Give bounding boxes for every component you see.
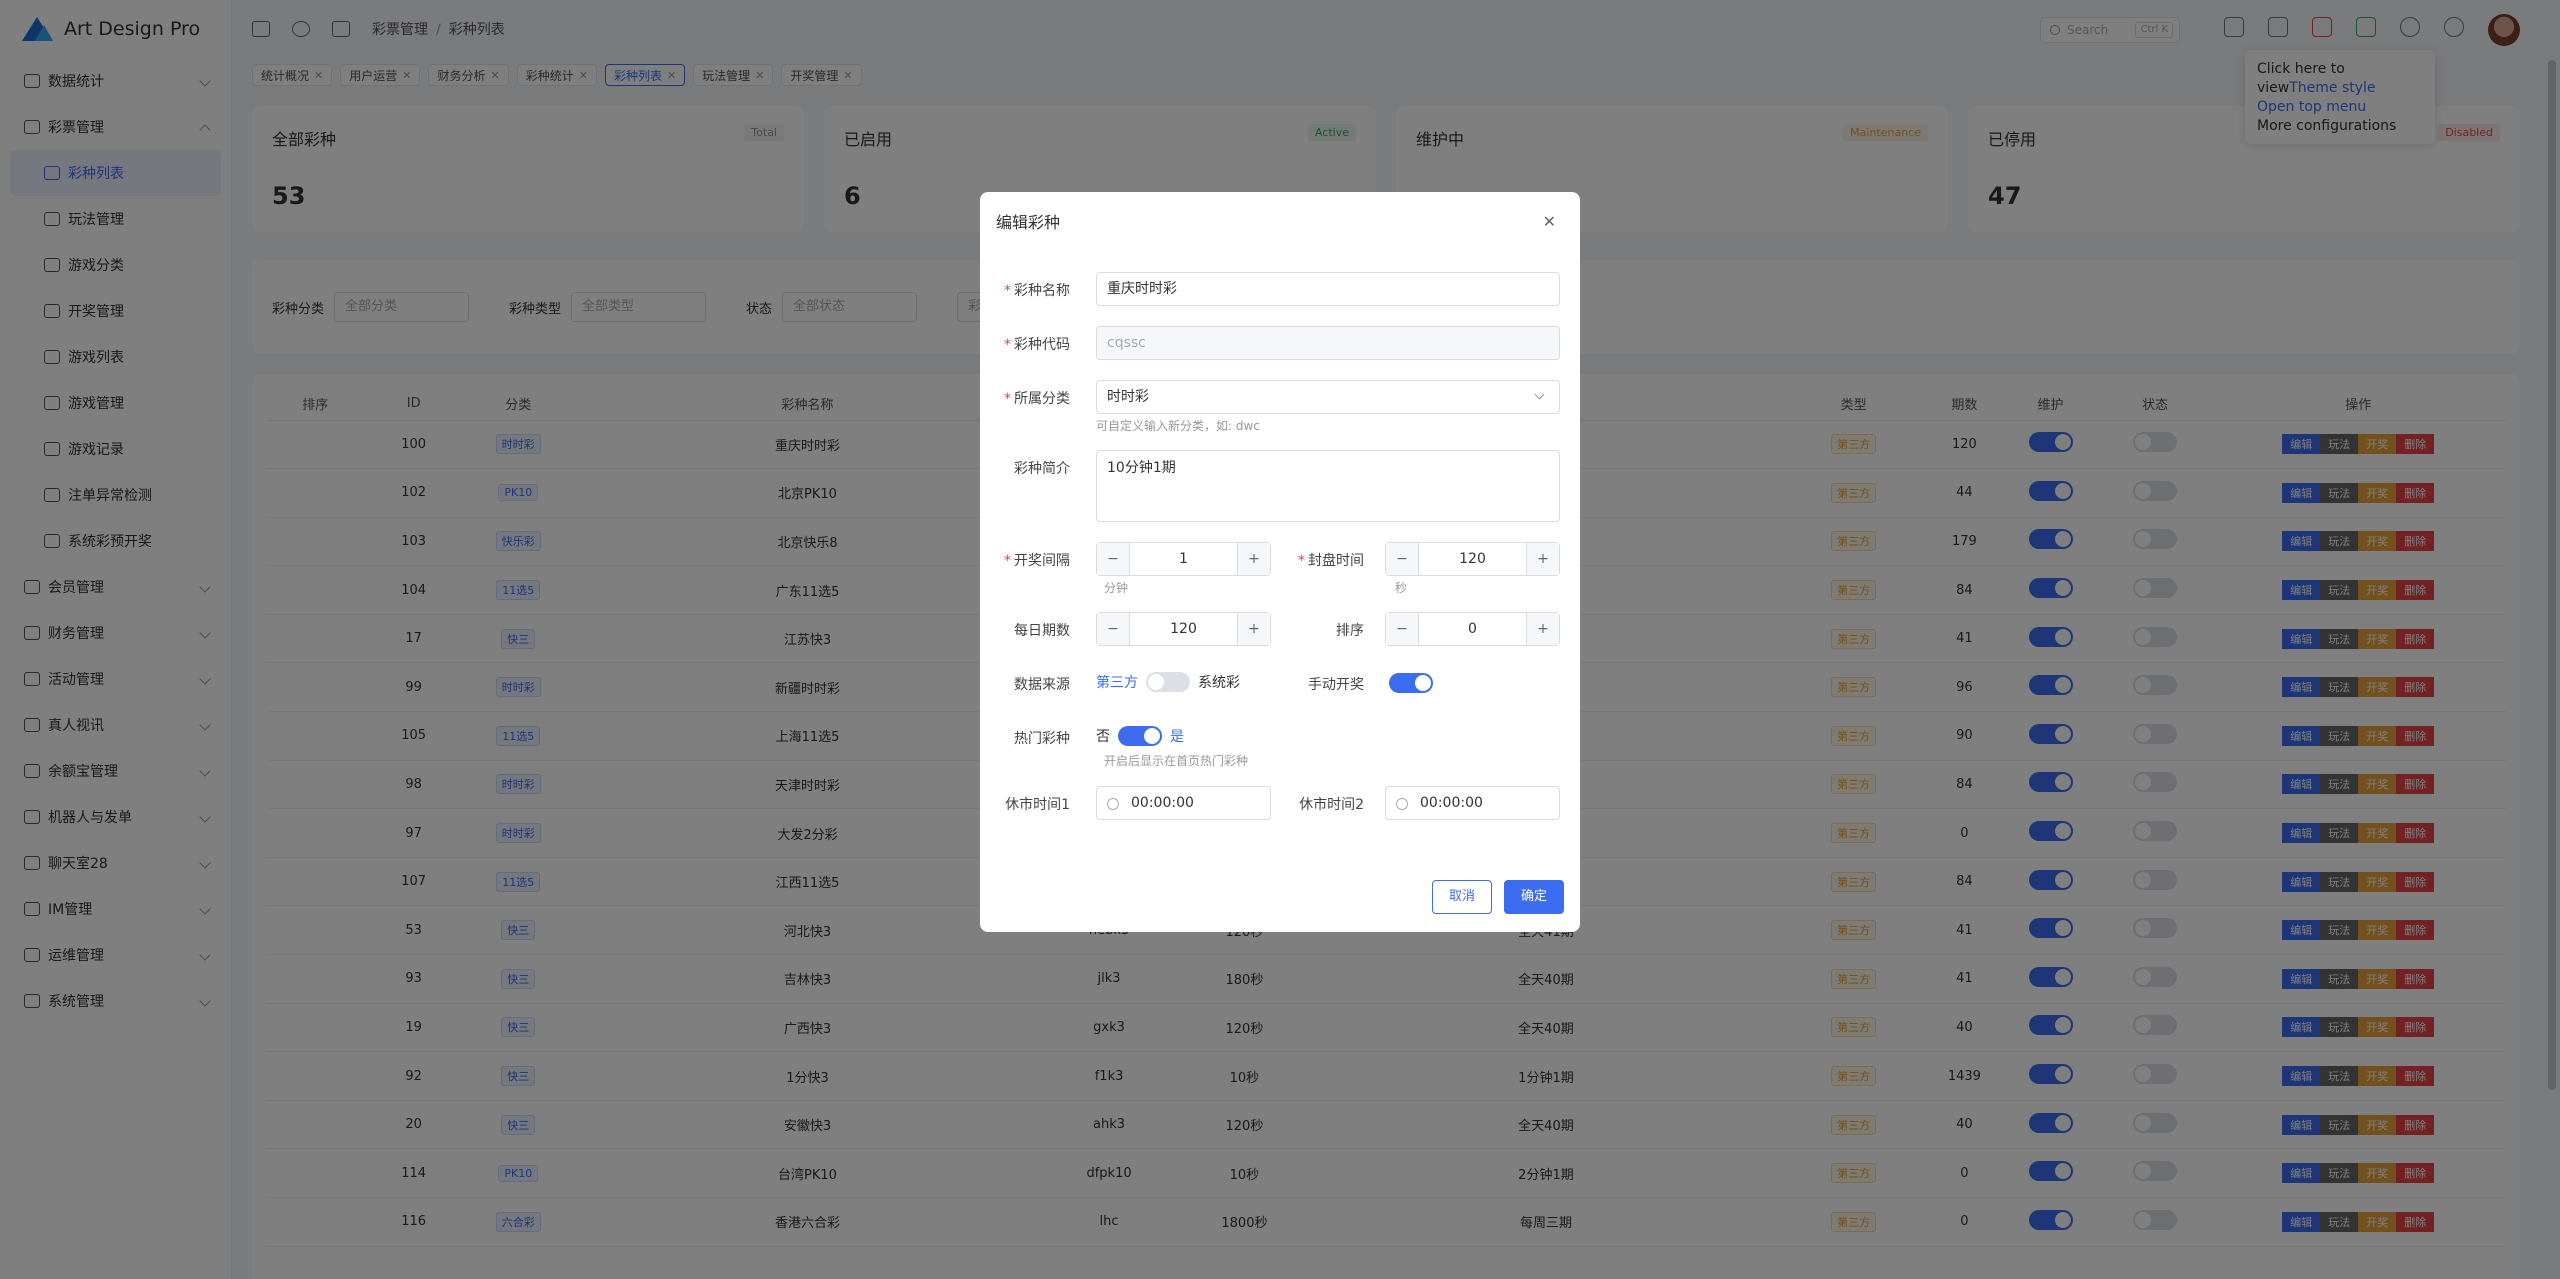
source-option-a[interactable]: 第三方: [1096, 672, 1138, 692]
interval-stepper[interactable]: −1 +: [1096, 542, 1271, 576]
rest1-label: 休市时间1: [1005, 797, 1070, 813]
manual-label: 手动开奖: [1308, 677, 1364, 693]
category-label: * 所属分类: [1004, 391, 1070, 407]
sort-label: 排序: [1336, 623, 1364, 639]
minus-icon[interactable]: −: [1097, 613, 1130, 645]
daily-value[interactable]: 120: [1130, 613, 1237, 645]
hot-option-no[interactable]: 否: [1096, 726, 1110, 746]
source-option-b[interactable]: 系统彩: [1198, 672, 1240, 692]
code-label: * 彩种代码: [1004, 337, 1070, 353]
edit-lottery-dialog: 编辑彩种 ✕ * 彩种名称 重庆时时彩 * 彩种代码 cqssc * 所属分类 时时彩…: [980, 192, 1580, 932]
minus-icon[interactable]: −: [1386, 543, 1419, 575]
sort-stepper[interactable]: −0 +: [1385, 612, 1560, 646]
hot-label: 热门彩种: [1014, 731, 1070, 747]
close-time-value[interactable]: 120: [1419, 543, 1526, 575]
minus-icon[interactable]: −: [1097, 543, 1130, 575]
code-input[interactable]: cqssc: [1096, 326, 1560, 360]
interval-unit: 分钟: [1104, 581, 1129, 595]
daily-label: 每日期数: [1014, 623, 1070, 639]
source-switch-group: 第三方 系统彩: [1096, 672, 1240, 692]
close-time-stepper[interactable]: −120 +: [1385, 542, 1560, 576]
confirm-button[interactable]: 确定: [1504, 880, 1564, 914]
close-icon[interactable]: ✕: [1543, 212, 1556, 231]
hot-switch-group: 否 是: [1096, 726, 1184, 746]
rest2-time-picker[interactable]: 00:00:00: [1385, 786, 1560, 820]
name-input[interactable]: 重庆时时彩: [1096, 272, 1560, 306]
sort-value[interactable]: 0: [1419, 613, 1526, 645]
dialog-title: 编辑彩种: [996, 213, 1061, 232]
manual-draw-switch[interactable]: [1389, 673, 1433, 693]
plus-icon[interactable]: +: [1237, 613, 1270, 645]
close-time-label: * 封盘时间: [1298, 553, 1364, 569]
plus-icon[interactable]: +: [1526, 543, 1559, 575]
hot-option-yes[interactable]: 是: [1170, 726, 1184, 746]
intro-label: 彩种简介: [1014, 461, 1070, 477]
plus-icon[interactable]: +: [1526, 613, 1559, 645]
rest1-time-picker[interactable]: 00:00:00: [1096, 786, 1271, 820]
interval-value[interactable]: 1: [1130, 543, 1237, 575]
rest2-label: 休市时间2: [1299, 797, 1364, 813]
hot-switch[interactable]: [1118, 726, 1162, 746]
category-hint: 可自定义输入新分类，如: dwc: [1096, 419, 1260, 433]
interval-label: * 开奖间隔: [1004, 553, 1070, 569]
hot-hint: 开启后显示在首页热门彩种: [1104, 754, 1249, 768]
cancel-button[interactable]: 取消: [1432, 880, 1492, 914]
source-switch[interactable]: [1146, 672, 1190, 692]
intro-textarea[interactable]: 10分钟1期: [1096, 450, 1560, 522]
name-label: * 彩种名称: [1004, 283, 1070, 299]
plus-icon[interactable]: +: [1237, 543, 1270, 575]
minus-icon[interactable]: −: [1386, 613, 1419, 645]
category-select[interactable]: 时时彩: [1096, 380, 1560, 414]
close-time-unit: 秒: [1395, 581, 1408, 595]
source-label: 数据来源: [1014, 677, 1070, 693]
daily-stepper[interactable]: −120 +: [1096, 612, 1271, 646]
chevron-down-icon: [1534, 389, 1545, 400]
